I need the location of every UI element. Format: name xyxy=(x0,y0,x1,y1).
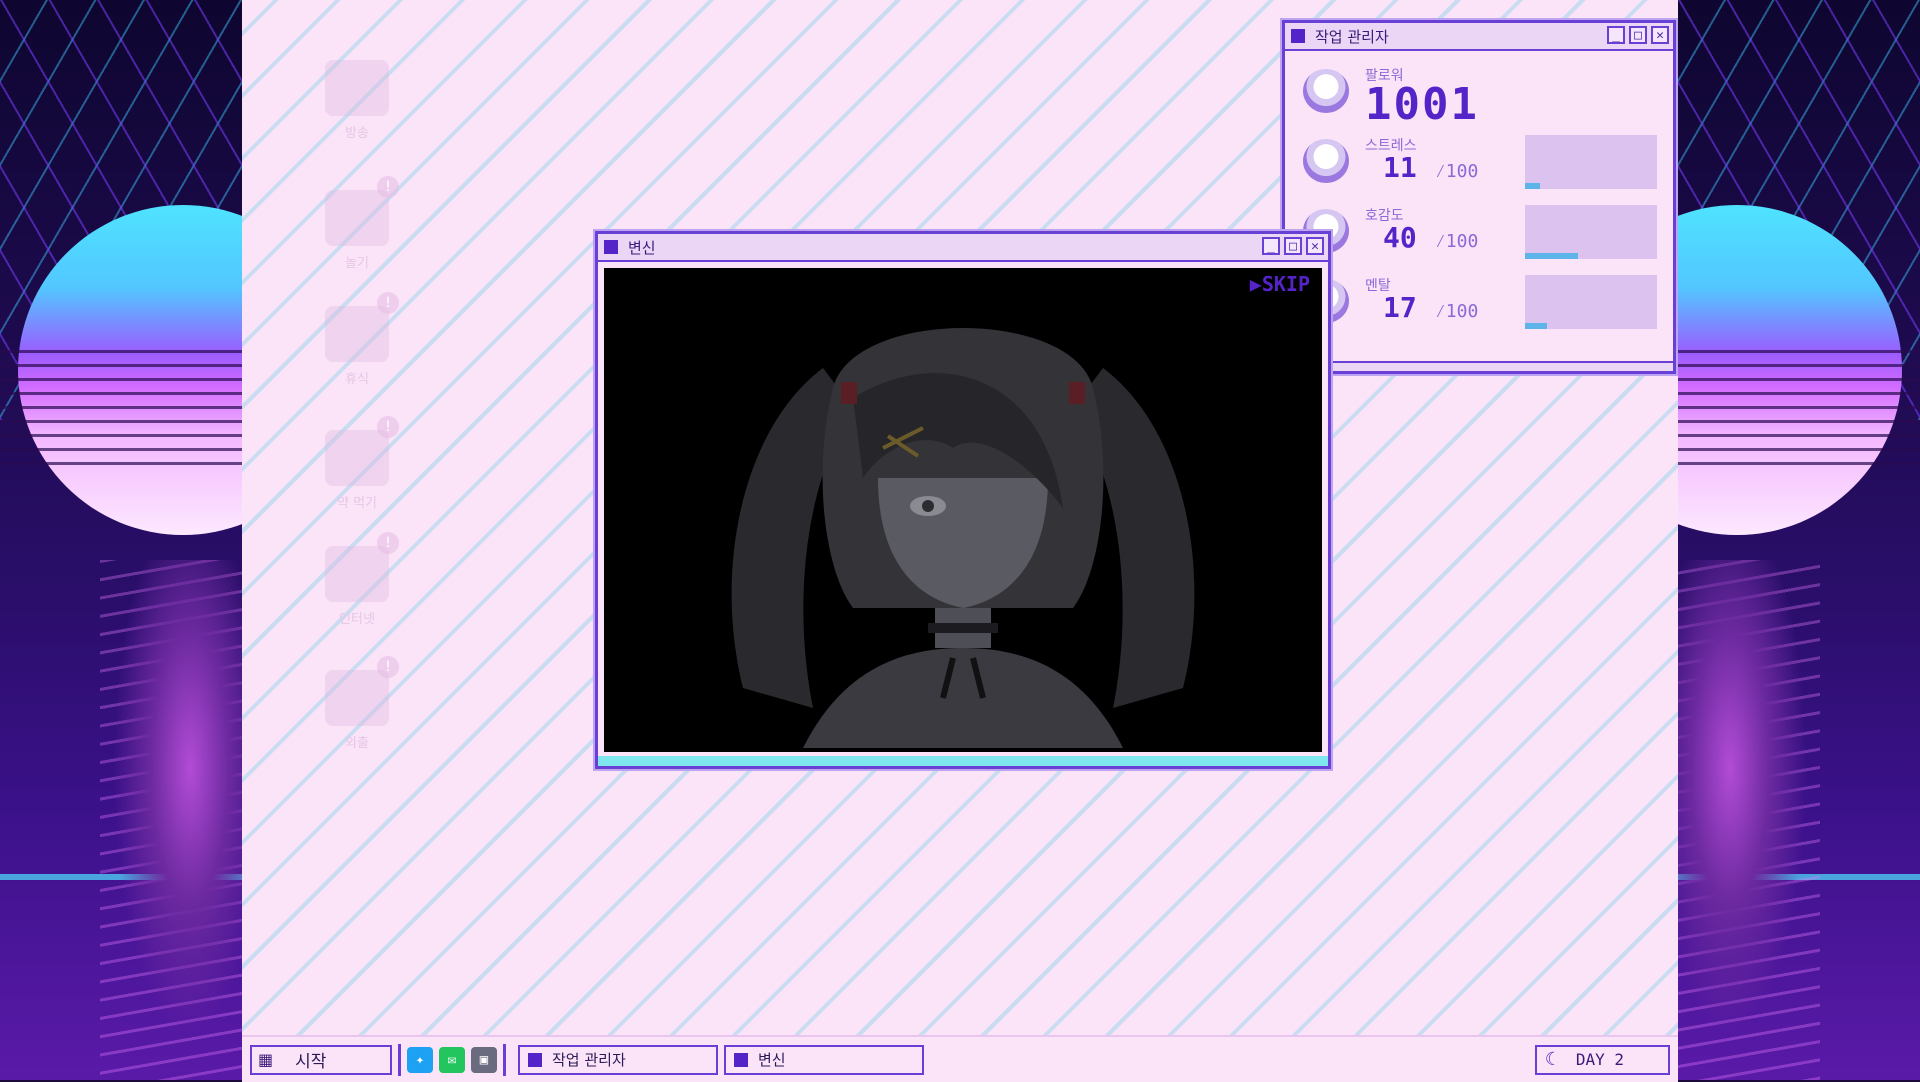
outing-icon: ! xyxy=(325,656,399,726)
play-icon: ! xyxy=(325,176,399,246)
affection-row: 호감도 40 ⁄100 xyxy=(1295,199,1663,267)
taskbar-item-henshin[interactable]: 변신 xyxy=(724,1044,924,1075)
chat-icon[interactable]: ✉ xyxy=(439,1046,465,1073)
affection-bar xyxy=(1525,205,1657,259)
window-title: 변신 xyxy=(628,238,656,257)
medicine-icon: ! xyxy=(325,416,399,486)
henshin-window: 변신 _ □ ✕ ▶SKIP xyxy=(595,231,1331,769)
stress-bar xyxy=(1525,135,1657,189)
alert-badge: ! xyxy=(377,292,399,314)
day-indicator: ☾ DAY 2 xyxy=(1535,1044,1670,1075)
close-button[interactable]: ✕ xyxy=(1651,26,1669,44)
maximize-button[interactable]: □ xyxy=(1629,26,1647,44)
mental-value: 17 xyxy=(1383,291,1417,324)
task-manager-window: 작업 관리자 _ □ ✕ 팔로워 1001 스트레스 11 ⁄100 호감도 4… xyxy=(1282,20,1676,374)
moon-icon: ☾ xyxy=(1545,1049,1556,1070)
right-background-art xyxy=(1678,0,1920,1080)
alert-badge: ! xyxy=(377,532,399,554)
stress-value: 11 xyxy=(1383,151,1417,184)
desktop-icon-label: 약 먹기 xyxy=(336,496,377,511)
quick-launch: ✦ ✉ ▣ xyxy=(407,1046,497,1073)
maximize-button[interactable]: □ xyxy=(1284,237,1302,255)
window-icon xyxy=(734,1052,748,1067)
broadcast-icon xyxy=(325,60,389,116)
mental-bar-fill xyxy=(1525,323,1548,329)
skip-button[interactable]: ▶SKIP xyxy=(1250,272,1310,296)
desktop-icon-label: 놀기 xyxy=(345,256,369,271)
stressed-avatar-icon xyxy=(1303,139,1349,183)
window-statusbar xyxy=(1285,361,1673,371)
sun-stripes xyxy=(0,350,242,470)
stress-row: 스트레스 11 ⁄100 xyxy=(1295,129,1663,197)
taskbar: ▦ 시작 ✦ ✉ ▣ 작업 관리자 변신 ☾ DAY 2 xyxy=(242,1035,1678,1082)
start-logo-icon: ▦ xyxy=(258,1050,274,1069)
taskbar-item-label: 작업 관리자 xyxy=(552,1051,626,1069)
animation-screen: ▶SKIP xyxy=(604,268,1322,752)
close-button[interactable]: ✕ xyxy=(1306,237,1324,255)
taskbar-item-label: 변신 xyxy=(758,1051,786,1069)
minimize-button[interactable]: _ xyxy=(1607,26,1625,44)
alert-badge: ! xyxy=(377,176,399,198)
cable-tangle xyxy=(1678,560,1820,1080)
minimize-button[interactable]: _ xyxy=(1262,237,1280,255)
computer-icon[interactable]: ▣ xyxy=(471,1046,497,1073)
start-label: 시작 xyxy=(295,1052,327,1072)
character-portrait xyxy=(731,328,1195,748)
mental-max: ⁄100 xyxy=(1435,301,1479,322)
desktop-icon-outing[interactable]: ! 외출 xyxy=(302,656,412,751)
window-statusbar xyxy=(598,756,1328,766)
desktop-icon-internet[interactable]: ! 인터넷 xyxy=(302,532,412,627)
followers-row: 팔로워 1001 xyxy=(1295,59,1663,130)
stress-bar-fill xyxy=(1525,183,1540,189)
desktop-icon-label: 인터넷 xyxy=(339,612,375,627)
followers-value: 1001 xyxy=(1365,79,1479,130)
left-background-art xyxy=(0,0,242,1080)
task-manager-titlebar[interactable]: 작업 관리자 _ □ ✕ xyxy=(1285,23,1673,51)
henshin-titlebar[interactable]: 변신 _ □ ✕ xyxy=(598,234,1328,262)
alert-badge: ! xyxy=(377,416,399,438)
desktop-icon-rest[interactable]: ! 휴식 xyxy=(302,292,412,387)
window-title: 작업 관리자 xyxy=(1315,27,1389,46)
mental-row: 멘탈 17 ⁄100 xyxy=(1295,269,1663,337)
twitter-icon[interactable]: ✦ xyxy=(407,1046,433,1073)
stress-max: ⁄100 xyxy=(1435,161,1479,182)
desktop-icon-medicine[interactable]: ! 약 먹기 xyxy=(302,416,412,511)
mental-bar xyxy=(1525,275,1657,329)
taskbar-item-task-manager[interactable]: 작업 관리자 xyxy=(518,1044,718,1075)
sun-stripes xyxy=(1678,350,1920,470)
window-icon xyxy=(528,1052,542,1067)
affection-bar-fill xyxy=(1525,253,1578,259)
affection-value: 40 xyxy=(1383,221,1417,254)
desktop-icon-label: 방송 xyxy=(345,126,369,141)
day-label: DAY 2 xyxy=(1575,1050,1625,1069)
start-button[interactable]: ▦ 시작 xyxy=(250,1044,392,1075)
desktop-icon-play[interactable]: ! 놀기 xyxy=(302,176,412,271)
avatar-icon xyxy=(1303,69,1349,113)
taskbar-divider xyxy=(503,1043,506,1076)
desktop-icon-label: 휴식 xyxy=(345,372,369,387)
sleep-icon: ! xyxy=(325,292,399,362)
alert-badge: ! xyxy=(377,656,399,678)
window-icon xyxy=(1291,29,1305,43)
internet-icon: ! xyxy=(325,532,399,602)
desktop-icon-label: 외출 xyxy=(345,736,369,751)
desktop-icon-broadcast[interactable]: 방송 xyxy=(302,60,412,141)
window-icon xyxy=(604,240,618,254)
taskbar-divider xyxy=(398,1043,401,1076)
affection-max: ⁄100 xyxy=(1435,231,1479,252)
cable-tangle xyxy=(100,560,242,1080)
